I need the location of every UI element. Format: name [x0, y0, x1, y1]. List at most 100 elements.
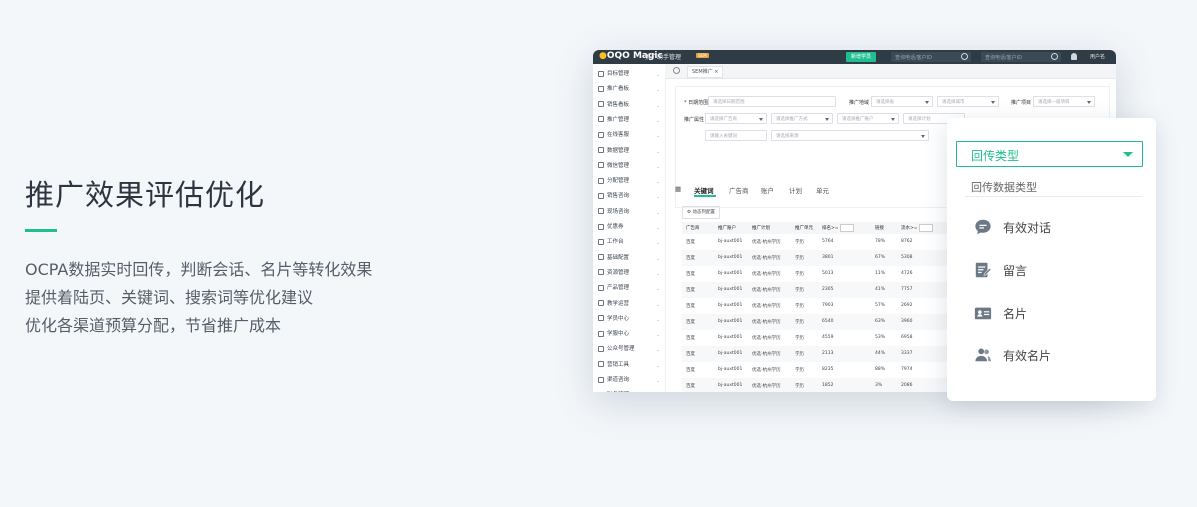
chevron-down-icon: ⌄ — [657, 388, 660, 392]
sidebar-item[interactable]: 营销工具 ⌄ — [598, 358, 660, 373]
sidebar-item[interactable]: 目标管理 ⌄ — [598, 67, 660, 82]
tab-unit[interactable]: 单元 — [816, 185, 829, 195]
table-cell: bj-auxt001 — [718, 351, 743, 356]
table-cell: 53% — [875, 335, 886, 340]
sidebar-item[interactable]: 销售看板 ⌄ — [598, 98, 660, 113]
tab-account[interactable]: 账户 — [761, 185, 774, 195]
table-cell: 11% — [875, 271, 886, 276]
home-icon[interactable] — [673, 67, 680, 74]
table-cell: 百度 — [686, 352, 695, 357]
sidebar-item[interactable]: 产品管理 ⌄ — [598, 281, 660, 296]
tab-plan[interactable]: 计划 — [789, 185, 802, 195]
table-row[interactable]: 百度 bj-auxt001 优选-杭州学历 学历 5013 11% 4726 — [682, 266, 962, 282]
sidebar-item[interactable]: 销售咨询 ⌄ — [598, 189, 660, 204]
table-cell: 优选-杭州学历 — [752, 256, 781, 261]
sidebar-item[interactable]: 推广管理 ⌄ — [598, 113, 660, 128]
chevron-down-icon: ⌄ — [656, 255, 660, 261]
table-row[interactable]: 百度 bj-auxt001 优选-杭州学历 学历 5764 78% 8762 — [682, 234, 962, 250]
account-select[interactable]: 请选择推广账户 — [837, 113, 899, 124]
user-name[interactable]: 用户名 — [1090, 53, 1105, 60]
table-row[interactable]: 百度 bj-auxt001 优选-杭州学历 学历 1852 3% 2086 — [682, 378, 962, 392]
sidebar-item[interactable]: 工作台 ⌄ — [598, 235, 660, 250]
search-input-2[interactable]: 查询电话/客户ID — [981, 52, 1061, 62]
table-header: 流水>= — [901, 226, 918, 231]
city-select[interactable]: 请选择城市 — [937, 96, 999, 107]
table-cell: 学历 — [795, 368, 804, 373]
filter-mini-input[interactable] — [919, 224, 933, 232]
sidebar-item[interactable]: 微信管理 ⌄ — [598, 159, 660, 174]
table-cell: 学历 — [795, 304, 804, 309]
table-header: 推广计划 — [752, 226, 770, 231]
table-cell: 优选-杭州学历 — [752, 272, 781, 277]
date-range-input[interactable]: 请选择日期范围 — [708, 96, 836, 107]
hero-line-1: OCPA数据实时回传，判断会话、名片等转化效果 — [25, 260, 373, 279]
sidebar-item[interactable]: 在线客服 ⌄ — [598, 128, 660, 143]
tab-advertiser[interactable]: 广告商 — [729, 185, 749, 195]
table-cell: 6958 — [901, 335, 913, 340]
table-cell: 8762 — [901, 239, 913, 244]
region-label: 推广地域 — [849, 100, 870, 106]
sidebar-item[interactable]: 分配管理 ⌄ — [598, 174, 660, 189]
table-cell: 88% — [875, 367, 886, 372]
table-cell: 8235 — [822, 367, 834, 372]
new-student-button[interactable]: 新增学员 — [846, 52, 877, 62]
table-cell: 63% — [875, 319, 886, 324]
search-input-1[interactable]: 查询电话/客户ID — [891, 52, 971, 62]
table-cell: 优选-杭州学历 — [752, 304, 781, 309]
sidebar-item[interactable]: 数据管理 ⌄ — [598, 144, 660, 159]
table-row[interactable]: 百度 bj-auxt001 优选-杭州学历 学历 3801 67% 5308 — [682, 250, 962, 266]
table-cell: 学历 — [795, 336, 804, 341]
chevron-down-icon: ⌄ — [656, 117, 660, 123]
sidebar-item[interactable]: 基础配置 ⌄ — [598, 251, 660, 266]
sidebar-item[interactable]: 现场咨询 ⌄ — [598, 205, 660, 220]
table-header: 推广账户 — [718, 226, 736, 231]
advertiser-select[interactable]: 请选择广告商 — [705, 113, 767, 124]
option-card[interactable]: 名片 — [974, 302, 1144, 324]
table-row[interactable]: 百度 bj-auxt001 优选-杭州学历 学历 2113 44% 3337 — [682, 346, 962, 362]
table-cell: 百度 — [686, 320, 695, 325]
table-row[interactable]: 百度 bj-auxt001 优选-杭州学历 学历 4559 53% 6958 — [682, 330, 962, 346]
project-select[interactable]: 请选择一级项目 — [1033, 96, 1095, 107]
filter-mini-input[interactable] — [840, 224, 854, 232]
grid-icon[interactable]: ▦ — [675, 185, 681, 193]
chevron-down-icon — [1123, 152, 1133, 157]
option-valid-chat[interactable]: 有效对话 — [974, 216, 1144, 238]
sidebar-item[interactable]: 学服中心 ⌄ — [598, 327, 660, 342]
menu-icon — [598, 208, 604, 215]
table-row[interactable]: 百度 bj-auxt001 优选-杭州学历 学历 2305 41% 7757 — [682, 282, 962, 298]
table-cell: 1852 — [822, 383, 834, 388]
table-cell: 优选-杭州学历 — [752, 384, 781, 389]
table-row[interactable]: 百度 bj-auxt001 优选-杭州学历 学历 6540 63% 3960 — [682, 314, 962, 330]
column-config-button[interactable]: ⚙ 动态列配置 — [682, 206, 720, 219]
menu-icon — [598, 361, 604, 368]
callback-type-select[interactable]: 回传类型 — [956, 141, 1143, 167]
sidebar-item[interactable]: 资源管理 ⌄ — [598, 266, 660, 281]
option-valid-card[interactable]: 有效名片 — [974, 344, 1144, 366]
tab-bar: SEM推广 × — [665, 64, 1116, 79]
callback-data-type-label: 回传数据类型 — [971, 181, 1037, 194]
source-select[interactable]: 请选择来源 — [771, 130, 929, 141]
table-cell: 学历 — [795, 240, 804, 245]
bell-icon[interactable] — [1071, 53, 1077, 60]
chevron-down-icon: ⌄ — [656, 148, 660, 154]
table-cell: 2086 — [901, 383, 913, 388]
sidebar-item[interactable]: 渠道咨询 ⌄ — [598, 373, 660, 388]
table-row[interactable]: 百度 bj-auxt001 优选-杭州学历 学历 7903 57% 2692 — [682, 298, 962, 314]
province-select[interactable]: 请选择省 — [871, 96, 933, 107]
table-row[interactable]: 百度 bj-auxt001 优选-杭州学历 学历 8235 88% 7974 — [682, 362, 962, 378]
sidebar-item[interactable]: 公众号管理 ⌄ — [598, 342, 660, 357]
chevron-down-icon: ⌄ — [656, 286, 660, 292]
table-cell: 7974 — [901, 367, 913, 372]
sidebar-item[interactable]: 推广看板 ⌄ — [598, 82, 660, 97]
table-cell: 2692 — [901, 303, 913, 308]
sidebar-item[interactable]: 财务管理⌄ — [598, 388, 660, 392]
method-select[interactable]: 请选择推广方式 — [771, 113, 833, 124]
tab-sem[interactable]: SEM推广 × — [687, 66, 724, 78]
sidebar-item[interactable]: 学员中心 ⌄ — [598, 312, 660, 327]
keyword-input[interactable]: 请输入关键词 — [705, 130, 767, 141]
sidebar-item[interactable]: 教学运营 ⌄ — [598, 297, 660, 312]
tab-keyword[interactable]: 关键词 — [694, 185, 714, 195]
table-cell: bj-auxt001 — [718, 319, 743, 324]
sidebar-item[interactable]: 优惠券 ⌄ — [598, 220, 660, 235]
option-message[interactable]: 留言 — [974, 259, 1144, 281]
